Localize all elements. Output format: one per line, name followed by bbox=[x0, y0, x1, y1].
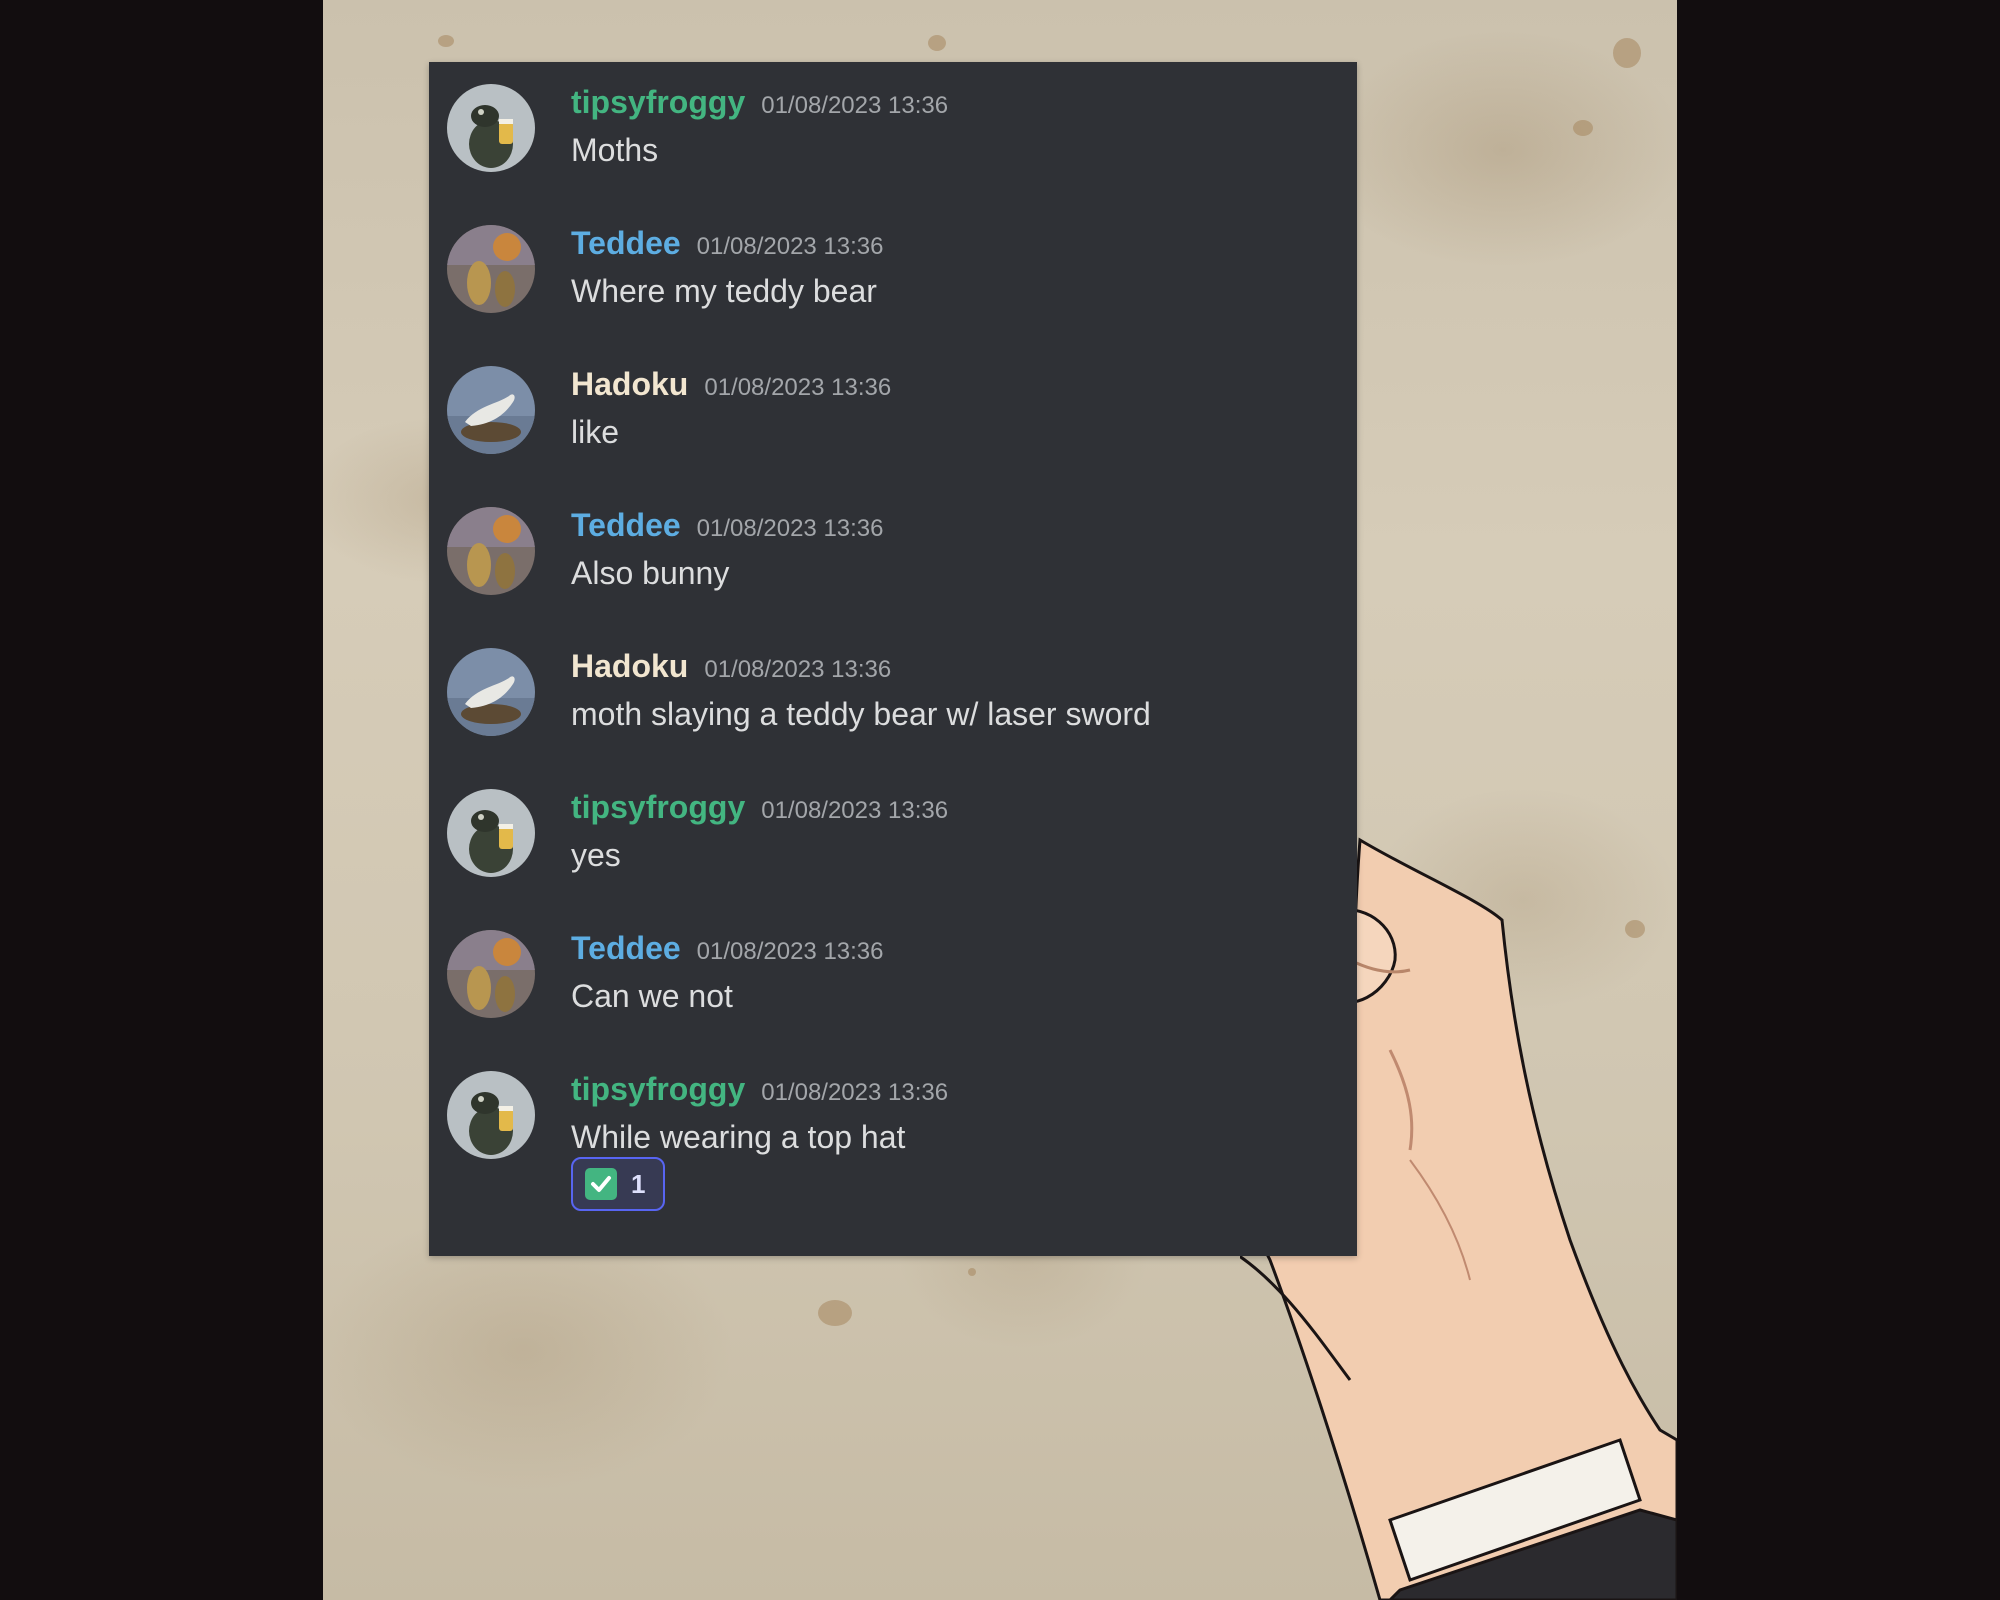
painting-avatar-icon[interactable] bbox=[447, 507, 535, 595]
message-header: Teddee 01/08/2023 13:36 bbox=[571, 930, 884, 967]
painting-avatar-icon[interactable] bbox=[447, 930, 535, 1018]
reaction-count: 1 bbox=[631, 1168, 646, 1199]
message-text: like bbox=[571, 414, 620, 450]
message-row: Teddee 01/08/2023 13:36 Also bunny bbox=[429, 485, 1357, 615]
message-header: Hadoku 01/08/2023 13:36 bbox=[571, 366, 891, 403]
username[interactable]: Teddee bbox=[571, 225, 681, 261]
message-row: tipsyfroggy 01/08/2023 13:36 yes bbox=[429, 767, 1357, 897]
stain-speck bbox=[1613, 38, 1641, 68]
frog-avatar-icon[interactable] bbox=[447, 1071, 535, 1159]
timestamp[interactable]: 01/08/2023 13:36 bbox=[697, 515, 884, 542]
message-row: tipsyfroggy 01/08/2023 13:36 Moths bbox=[429, 62, 1357, 192]
message-row: Hadoku 01/08/2023 13:36 moth slaying a te… bbox=[429, 626, 1357, 756]
timestamp[interactable]: 01/08/2023 13:36 bbox=[697, 938, 884, 965]
timestamp[interactable]: 01/08/2023 13:36 bbox=[704, 656, 891, 683]
timestamp[interactable]: 01/08/2023 13:36 bbox=[697, 233, 884, 260]
username[interactable]: Hadoku bbox=[571, 366, 688, 402]
frog-avatar-icon[interactable] bbox=[447, 789, 535, 877]
timestamp[interactable]: 01/08/2023 13:36 bbox=[704, 374, 891, 401]
stain-speck bbox=[928, 35, 946, 51]
stain-speck bbox=[438, 35, 454, 47]
stain-speck bbox=[818, 1300, 852, 1326]
username[interactable]: tipsyfroggy bbox=[571, 84, 745, 120]
message-header: Hadoku 01/08/2023 13:36 bbox=[571, 648, 891, 685]
message-header: Teddee 01/08/2023 13:36 bbox=[571, 225, 884, 262]
message-text: While wearing a top hat bbox=[571, 1119, 906, 1155]
username[interactable]: Hadoku bbox=[571, 648, 688, 684]
timestamp[interactable]: 01/08/2023 13:36 bbox=[761, 1079, 948, 1106]
message-text: yes bbox=[571, 837, 621, 873]
stain-speck bbox=[1573, 120, 1593, 136]
message-text: Can we not bbox=[571, 978, 733, 1014]
timestamp[interactable]: 01/08/2023 13:36 bbox=[761, 92, 948, 119]
frog-avatar-icon[interactable] bbox=[447, 84, 535, 172]
message-text: Moths bbox=[571, 132, 659, 168]
message-text: Where my teddy bear bbox=[571, 273, 877, 309]
chat-panel: tipsyfroggy 01/08/2023 13:36 Moths Teddee… bbox=[429, 62, 1357, 1256]
message-row: Teddee 01/08/2023 13:36 Where my teddy be… bbox=[429, 203, 1357, 333]
timestamp[interactable]: 01/08/2023 13:36 bbox=[761, 797, 948, 824]
username[interactable]: tipsyfroggy bbox=[571, 1071, 745, 1107]
message-text: Also bunny bbox=[571, 555, 730, 591]
painting-avatar-icon[interactable] bbox=[447, 225, 535, 313]
stain-speck bbox=[968, 1268, 976, 1276]
message-row: tipsyfroggy 01/08/2023 13:36 While wearin… bbox=[429, 1049, 1357, 1249]
message-text: moth slaying a teddy bear w/ laser sword bbox=[571, 696, 1151, 732]
message-header: tipsyfroggy 01/08/2023 13:36 bbox=[571, 1071, 948, 1108]
message-header: Teddee 01/08/2023 13:36 bbox=[571, 507, 884, 544]
username[interactable]: tipsyfroggy bbox=[571, 789, 745, 825]
username[interactable]: Teddee bbox=[571, 930, 681, 966]
message-header: tipsyfroggy 01/08/2023 13:36 bbox=[571, 789, 948, 826]
seal-avatar-icon[interactable] bbox=[447, 366, 535, 454]
message-row: Hadoku 01/08/2023 13:36 like bbox=[429, 344, 1357, 474]
reaction-button[interactable]: 1 bbox=[571, 1157, 665, 1211]
username[interactable]: Teddee bbox=[571, 507, 681, 543]
message-header: tipsyfroggy 01/08/2023 13:36 bbox=[571, 84, 948, 121]
message-row: Teddee 01/08/2023 13:36 Can we not bbox=[429, 908, 1357, 1038]
white-check-mark-icon bbox=[585, 1168, 617, 1200]
seal-avatar-icon[interactable] bbox=[447, 648, 535, 736]
